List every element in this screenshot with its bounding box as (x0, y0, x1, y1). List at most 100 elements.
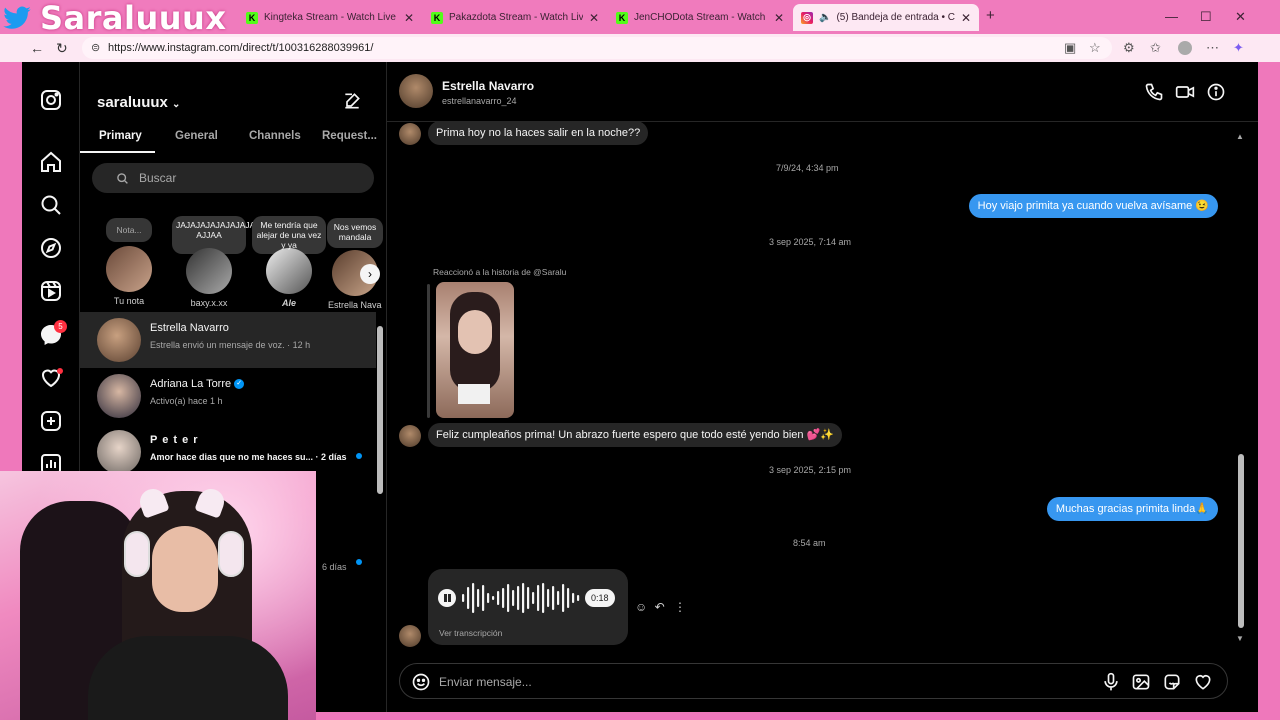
message-received[interactable]: Feliz cumpleaños prima! Un abrazo fuerte… (428, 423, 842, 447)
waveform-bar (572, 593, 575, 603)
browser-tab-pakazdota[interactable]: K Pakazdota Stream - Watch Live on ✕ (423, 4, 607, 31)
sticker-icon[interactable] (1162, 672, 1182, 692)
create-icon[interactable] (39, 409, 63, 433)
search-input[interactable]: Buscar (92, 163, 374, 193)
thread-name: P e t e r (150, 434, 199, 446)
story-thumbnail[interactable] (436, 282, 514, 418)
kick-icon: K (431, 11, 443, 24)
tab-general[interactable]: General (175, 130, 218, 142)
close-window-icon[interactable]: ✕ (1235, 9, 1246, 25)
waveform-bar (497, 591, 500, 605)
home-icon[interactable] (39, 150, 63, 174)
favorite-star-icon[interactable]: ☆ (1089, 40, 1101, 56)
waveform-bar (577, 595, 580, 601)
waveform-bar (507, 584, 510, 612)
copilot-icon[interactable]: ✦ (1233, 40, 1244, 56)
close-tab-icon[interactable]: ✕ (589, 11, 599, 25)
tab-primary[interactable]: Primary (99, 130, 142, 142)
message-sent[interactable]: Muchas gracias primita linda🙏 (1046, 497, 1218, 521)
waveform-bar (537, 585, 540, 611)
sender-avatar (399, 123, 421, 145)
close-tab-icon[interactable]: ✕ (404, 11, 414, 25)
instagram-logo-icon[interactable] (39, 88, 63, 112)
note-item[interactable]: JAJAJAJAJAJAJAJAJAJAJAJAJJAJ AJJAA baxy.… (164, 216, 313, 308)
waveform-bar (542, 583, 545, 613)
thread-preview: Activo(a) hace 1 h (150, 396, 223, 406)
thread-row[interactable]: Estrella Navarro Estrella envió un mensa… (80, 312, 376, 368)
active-tab-underline (80, 151, 155, 153)
note-item[interactable]: Nos vemos mandala Estrella Nava (324, 218, 386, 310)
sender-avatar (399, 625, 421, 647)
list-scrollbar[interactable] (377, 326, 383, 494)
conversation-info-icon[interactable] (1206, 82, 1226, 102)
react-emoji-icon[interactable]: ☺ (635, 600, 647, 614)
chat-scrollbar[interactable] (1238, 454, 1244, 628)
waveform-bar (547, 589, 550, 607)
reply-icon[interactable]: ↶ (655, 600, 665, 614)
desktop-bg-left (0, 62, 22, 471)
headphones (218, 531, 244, 577)
waveform-bar (462, 594, 465, 602)
browser-tab-jenchodota[interactable]: K JenCHODota Stream - Watch Live on ✕ (608, 4, 792, 31)
reload-icon[interactable]: ↻ (56, 40, 68, 57)
new-message-icon[interactable] (342, 91, 362, 111)
explore-icon[interactable] (39, 236, 63, 260)
waveform-bar (567, 588, 570, 608)
scroll-down-icon[interactable]: ▼ (1236, 634, 1244, 643)
note-item[interactable]: Me tendría que alejar de una vez y ya Al… (244, 216, 334, 308)
instagram-icon: ◎ (801, 11, 813, 24)
search-icon[interactable] (39, 193, 63, 217)
waveform-bar (557, 591, 560, 605)
waveform-bar (522, 583, 525, 613)
close-tab-icon[interactable]: ✕ (961, 11, 971, 25)
phone-call-icon[interactable] (1144, 82, 1164, 102)
microphone-icon[interactable] (1101, 672, 1121, 692)
back-icon[interactable]: ← (30, 40, 44, 56)
thread-preview: Amor hace dias que no me haces su... · 2… (150, 452, 347, 462)
scroll-up-icon[interactable]: ▲ (1236, 132, 1244, 141)
browser-tab-kingteka[interactable]: K Kingteka Stream - Watch Live on ✕ (238, 4, 422, 31)
note-item[interactable]: Nota... Tu nota (84, 218, 174, 306)
tab-requests[interactable]: Request... (322, 130, 377, 142)
address-bar[interactable]: ⊜ https://www.instagram.com/direct/t/100… (82, 37, 1112, 59)
audio-waveform[interactable] (460, 581, 580, 615)
kick-icon: K (616, 11, 628, 24)
contact-name[interactable]: Estrella Navarro (442, 79, 534, 93)
message-received[interactable]: Prima hoy no la haces salir en la noche?… (428, 122, 649, 145)
contact-avatar[interactable] (399, 74, 433, 108)
account-switcher[interactable]: saraluuux ⌄ (97, 94, 180, 111)
stream-overlay-brand: Saraluuux (0, 0, 227, 37)
note-name: Estrella Nava (328, 300, 382, 310)
message-sent[interactable]: Hoy viajo primita ya cuando vuelva avísa… (968, 194, 1218, 218)
chevron-right-icon[interactable]: › (360, 264, 380, 284)
chevron-down-icon: ⌄ (172, 99, 181, 110)
maximize-icon[interactable]: ☐ (1200, 9, 1212, 25)
view-transcript-link[interactable]: Ver transcripción (439, 628, 502, 638)
tab-channels[interactable]: Channels (249, 130, 301, 142)
split-screen-icon[interactable]: ▣ (1064, 40, 1076, 56)
favorites-icon[interactable]: ✩ (1150, 40, 1161, 56)
note-name: Tu nota (113, 296, 145, 306)
minimize-icon[interactable]: — (1165, 9, 1178, 24)
streamer-name: Saraluuux (40, 0, 227, 37)
close-tab-icon[interactable]: ✕ (774, 11, 784, 25)
voice-message[interactable]: 0:18 Ver transcripción (428, 569, 628, 645)
speaker-icon[interactable]: 🔈 (819, 12, 831, 23)
more-menu-icon[interactable]: ⋯ (1206, 40, 1219, 56)
video-call-icon[interactable] (1175, 82, 1195, 102)
thread-row[interactable]: Adriana La Torre ✓ Activo(a) hace 1 h (80, 368, 376, 424)
extensions-icon[interactable]: ⚙ (1123, 40, 1135, 56)
pause-icon[interactable] (438, 589, 456, 607)
emoji-picker-icon[interactable] (411, 672, 431, 692)
new-tab-icon[interactable]: + (986, 7, 995, 24)
reels-icon[interactable] (39, 279, 63, 303)
message-input[interactable]: Enviar mensaje... (439, 675, 532, 689)
browser-tab-instagram[interactable]: ◎ 🔈 (5) Bandeja de entrada • Chats ✕ (793, 4, 979, 31)
verified-badge-icon: ✓ (234, 379, 245, 390)
image-upload-icon[interactable] (1131, 672, 1151, 692)
site-info-icon[interactable]: ⊜ (91, 41, 100, 54)
like-heart-icon[interactable] (1193, 672, 1213, 692)
message-composer[interactable]: Enviar mensaje... (399, 663, 1228, 699)
more-options-icon[interactable]: ⋮ (674, 600, 686, 614)
profile-avatar[interactable] (1178, 41, 1192, 55)
